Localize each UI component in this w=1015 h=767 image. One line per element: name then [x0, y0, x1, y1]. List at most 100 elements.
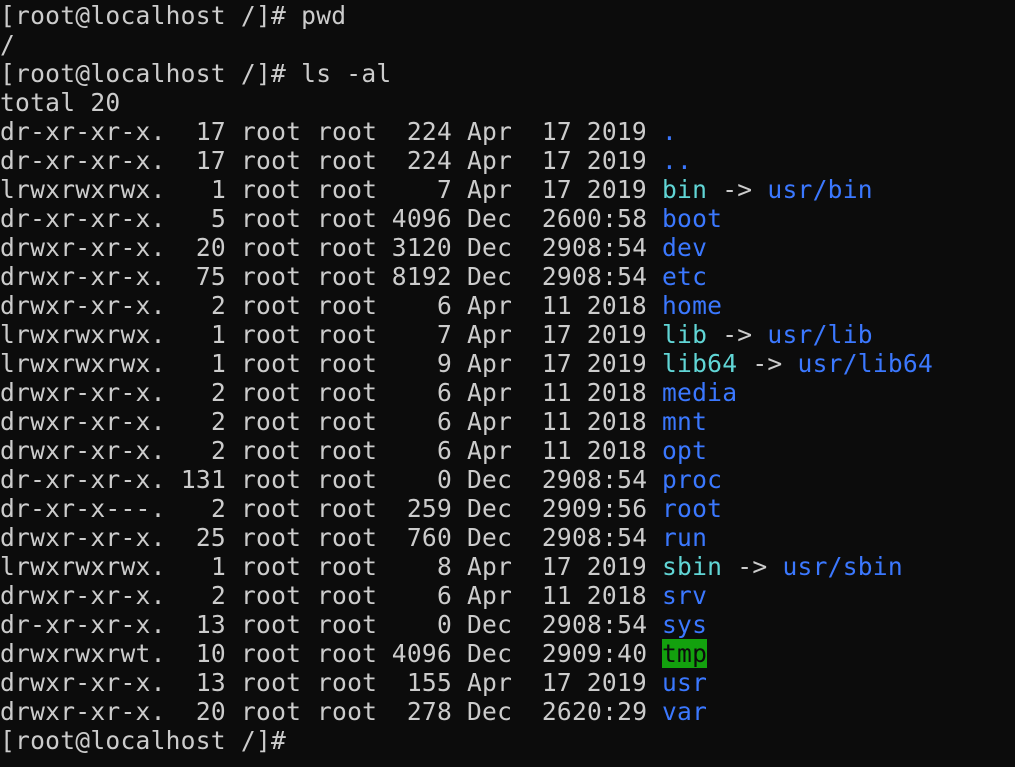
entry-name: run: [662, 523, 708, 552]
entry-name-cell: srv: [662, 581, 707, 610]
entry-name-cell: lib -> usr/lib: [662, 320, 873, 349]
listing-row: drwxr-xr-x. 13 root root 155 Apr 17 2019 usr: [0, 668, 1015, 697]
listing-total: total 20: [0, 88, 121, 117]
terminal-window[interactable]: [root@localhost /]# pwd / [root@localhos…: [0, 0, 1015, 767]
entry-time: 2018: [586, 407, 647, 436]
symlink-arrow: ->: [737, 349, 798, 378]
entry-group: root: [317, 407, 378, 436]
entry-day: 17: [541, 117, 572, 146]
entry-month: Dec: [467, 262, 513, 291]
entry-link-count: 75: [195, 262, 226, 291]
entry-link-count: 1: [210, 175, 226, 204]
entry-day: 29: [541, 523, 572, 552]
entry-name-cell: dev: [662, 233, 707, 262]
entry-owner: root: [241, 610, 302, 639]
entry-size: 0: [436, 465, 452, 494]
command-output-line: /: [0, 30, 16, 59]
listing-row: dr-xr-xr-x. 131 root root 0 Dec 29 08:54 proc: [0, 465, 1015, 494]
entry-permissions: lrwxrwxrwx.: [0, 320, 166, 349]
prompt-line: [root@localhost /]# ls -al: [0, 59, 1015, 88]
entry-group: root: [317, 291, 378, 320]
entry-name: media: [662, 378, 738, 407]
symlink-arrow: ->: [722, 552, 783, 581]
listing-row: dr-xr-x---. 2 root root 259 Dec 29 09:56 root: [0, 494, 1015, 523]
entry-owner: root: [241, 436, 302, 465]
entry-permissions: dr-xr-xr-x.: [0, 465, 166, 494]
directory-listing: dr-xr-xr-x. 17 root root 224 Apr 17 2019. dr-xr-…: [0, 117, 1015, 726]
listing-row: drwxr-xr-x. 2 root root 6 Apr 11 2018 mnt: [0, 407, 1015, 436]
entry-day: 11: [541, 378, 572, 407]
listing-row: dr-xr-xr-x. 5 root root 4096 Dec 26 00:58 boot: [0, 204, 1015, 233]
entry-day: 11: [541, 581, 572, 610]
entry-day: 17: [541, 668, 572, 697]
entry-link-count: 2: [210, 581, 226, 610]
entry-name: srv: [662, 581, 708, 610]
entry-permissions: lrwxrwxrwx.: [0, 175, 166, 204]
entry-size: 8192: [391, 262, 452, 291]
entry-month: Apr: [467, 291, 513, 320]
entry-time: 2018: [586, 291, 647, 320]
entry-month: Apr: [467, 581, 513, 610]
command-text: pwd: [301, 1, 347, 30]
entry-time: 2019: [586, 117, 647, 146]
entry-link-count: 2: [210, 436, 226, 465]
entry-name: etc: [662, 262, 708, 291]
listing-row: lrwxrwxrwx. 1 root root 9 Apr 17 2019 lib64 -> u…: [0, 349, 1015, 378]
entry-time: 08:54: [572, 262, 648, 291]
listing-row: drwxr-xr-x. 2 root root 6 Apr 11 2018 srv: [0, 581, 1015, 610]
entry-month: Apr: [467, 320, 513, 349]
prompt-text: [root@localhost /]#: [0, 59, 287, 88]
entry-name-cell: ..: [662, 146, 692, 175]
entry-size: 7: [436, 320, 452, 349]
entry-size: 7: [436, 175, 452, 204]
entry-group: root: [317, 523, 378, 552]
entry-size: 6: [436, 581, 452, 610]
entry-permissions: drwxr-xr-x.: [0, 697, 166, 726]
entry-name: usr: [662, 668, 708, 697]
entry-group: root: [317, 436, 378, 465]
entry-name-cell: mnt: [662, 407, 707, 436]
listing-row: drwxr-xr-x. 2 root root 6 Apr 11 2018 opt: [0, 436, 1015, 465]
entry-link-count: 1: [210, 552, 226, 581]
symlink-target: usr/lib: [767, 320, 873, 349]
entry-permissions: drwxr-xr-x.: [0, 668, 166, 697]
entry-month: Dec: [467, 465, 513, 494]
prompt-line-current[interactable]: [root@localhost /]#: [0, 726, 1015, 755]
entry-permissions: drwxr-xr-x.: [0, 436, 166, 465]
entry-size: 8: [436, 552, 452, 581]
entry-month: Dec: [467, 639, 513, 668]
entry-name-cell: tmp: [662, 639, 708, 668]
entry-day: 17: [541, 175, 572, 204]
entry-day: 29: [541, 465, 572, 494]
listing-row: drwxr-xr-x. 2 root root 6 Apr 11 2018 media: [0, 378, 1015, 407]
listing-row: dr-xr-xr-x. 13 root root 0 Dec 29 08:54 sys: [0, 610, 1015, 639]
listing-row: dr-xr-xr-x. 17 root root 224 Apr 17 2019..: [0, 146, 1015, 175]
entry-time: 08:54: [572, 610, 648, 639]
entry-name-cell: sbin -> usr/sbin: [662, 552, 903, 581]
entry-size: 4096: [391, 639, 452, 668]
entry-group: root: [317, 610, 378, 639]
entry-size: 760: [406, 523, 452, 552]
listing-row: lrwxrwxrwx. 1 root root 7 Apr 17 2019 bin -> usr…: [0, 175, 1015, 204]
entry-name: lib64: [662, 349, 738, 378]
entry-time: 2019: [586, 146, 647, 175]
entry-permissions: drwxr-xr-x.: [0, 407, 166, 436]
entry-name-cell: root: [662, 494, 722, 523]
entry-group: root: [317, 117, 378, 146]
entry-time: 2019: [586, 175, 647, 204]
entry-time: 09:40: [572, 639, 648, 668]
symlink-target: usr/sbin: [782, 552, 903, 581]
symlink-target: usr/bin: [767, 175, 873, 204]
listing-row: lrwxrwxrwx. 1 root root 8 Apr 17 2019 sbin -> us…: [0, 552, 1015, 581]
listing-row: drwxr-xr-x. 75 root root 8192 Dec 29 08:54 etc: [0, 262, 1015, 291]
entry-owner: root: [241, 349, 302, 378]
entry-owner: root: [241, 378, 302, 407]
entry-time: 2019: [586, 349, 647, 378]
entry-time: 2018: [586, 378, 647, 407]
entry-time: 09:56: [572, 494, 648, 523]
symlink-arrow: ->: [707, 175, 768, 204]
entry-size: 155: [406, 668, 452, 697]
entry-owner: root: [241, 146, 302, 175]
entry-name: proc: [662, 465, 723, 494]
entry-month: Apr: [467, 436, 513, 465]
